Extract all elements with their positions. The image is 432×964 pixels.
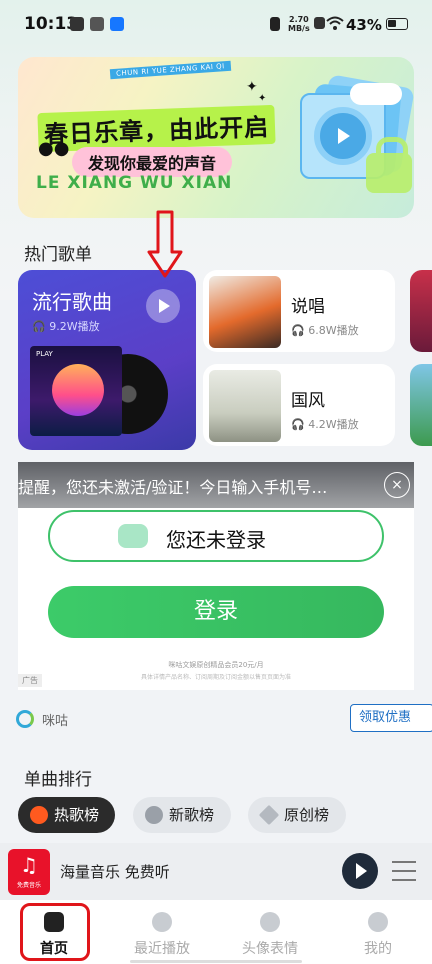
tab-label: 热歌榜: [54, 806, 100, 824]
message-icon: [90, 17, 104, 31]
notification-icon: [70, 17, 84, 31]
login-status-text: 您还未登录: [166, 528, 266, 552]
ad-label: 广告: [18, 674, 42, 687]
banner-tagline: CHUN RI YUE ZHANG KAI QI: [109, 60, 231, 80]
ad-fine-print-detail: 具体详情产品名称、订阅周期及订阅金额以售页页面为准: [140, 674, 291, 681]
playlist-plays: 🎧 6.8W播放: [291, 324, 359, 337]
featured-playlist-plays: 🎧 9.2W播放: [32, 320, 100, 333]
ad-panel[interactable]: 提醒，您还未激活/验证！今日输入手机号… × 您还未登录 登录 咪咕文娱原创精品…: [18, 462, 414, 690]
hot-playlists-title: 热门歌单: [24, 245, 92, 265]
nav-avatars[interactable]: 头像表情: [216, 900, 324, 964]
nav-label: 头像表情: [242, 941, 298, 957]
network-speed-value: 2.70: [289, 15, 309, 24]
smiley-icon: [260, 912, 280, 932]
playlist-card-partial[interactable]: [410, 364, 432, 446]
playlist-plays-count: 6.8W播放: [308, 324, 359, 337]
mini-player-cover-label: 免费音乐: [16, 882, 41, 889]
recent-play-icon: [152, 912, 172, 932]
login-button[interactable]: 登录: [48, 586, 384, 638]
playlist-thumb: [209, 370, 281, 442]
album-cover: PLAY: [30, 346, 122, 436]
alipay-icon: [110, 17, 124, 31]
album-label: PLAY: [36, 350, 53, 358]
tab-label: 新歌榜: [169, 806, 215, 824]
playlist-thumb: [209, 276, 281, 348]
nav-label: 最近播放: [134, 941, 190, 957]
tab-new-songs[interactable]: 新歌榜: [133, 797, 231, 833]
migu-logo-icon: [16, 710, 34, 728]
playlist-card-rap[interactable]: 说唱 🎧 6.8W播放: [203, 270, 395, 352]
network-speed-unit: MB/s: [288, 24, 310, 33]
sponsor-row: 咪咕 领取优惠: [0, 700, 432, 740]
playlist-card-guofeng[interactable]: 国风 🎧 4.2W播放: [203, 364, 395, 446]
sparkle-icon: ✦: [258, 93, 267, 104]
mini-player-title: 海量音乐 免费听: [60, 863, 170, 881]
sponsor-name: 咪咕: [42, 714, 69, 729]
battery-percent: 43%: [346, 16, 382, 34]
network-speed: 2.70 MB/s: [288, 15, 310, 33]
battery-icon: [386, 18, 408, 30]
nav-mine[interactable]: 我的: [324, 900, 432, 964]
home-indicator[interactable]: [130, 960, 302, 963]
cloud-user-icon: [118, 524, 148, 548]
featured-plays-count: 9.2W播放: [49, 320, 100, 333]
playlist-icon[interactable]: [392, 861, 416, 881]
claim-coupon-button[interactable]: 领取优惠: [350, 704, 432, 732]
signal-off-icon: [314, 17, 325, 29]
playlist-name: 国风: [291, 391, 325, 411]
playlist-plays-count: 4.2W播放: [308, 418, 359, 431]
annotation-highlight-box: [20, 903, 90, 961]
promo-banner[interactable]: CHUN RI YUE ZHANG KAI QI ✦ ✦ 春日乐章，由此开启 ●…: [18, 57, 414, 218]
mini-player[interactable]: 免费音乐 海量音乐 免费听: [0, 843, 432, 900]
playlist-name: 说唱: [291, 297, 325, 317]
banner-title: 春日乐章，由此开启: [37, 104, 276, 153]
sparkle-icon: [258, 804, 280, 826]
annotation-arrow-icon: [147, 210, 183, 278]
sunset-artwork: [52, 364, 104, 416]
playlist-plays: 🎧 4.2W播放: [291, 418, 359, 431]
banner-english: LE XIANG WU XIAN: [36, 173, 233, 193]
lock-icon: [366, 137, 412, 193]
tab-label: 原创榜: [284, 806, 330, 824]
featured-playlist-name: 流行歌曲: [32, 290, 112, 314]
featured-play-button[interactable]: [146, 289, 180, 323]
ad-fine-print: 咪咕文娱原创精品会员20元/月: [168, 661, 264, 669]
fire-icon: [30, 806, 48, 824]
activation-reminder-strip[interactable]: 提醒，您还未激活/验证！今日输入手机号… ×: [18, 462, 414, 508]
nav-recent[interactable]: 最近播放: [108, 900, 216, 964]
wifi-icon: [326, 16, 344, 30]
tab-hot-songs[interactable]: 热歌榜: [18, 797, 115, 833]
eyes-doodle-icon: ●●: [38, 138, 70, 159]
playlist-card-partial[interactable]: [410, 270, 432, 352]
play-icon[interactable]: [342, 853, 378, 889]
new-icon: [145, 806, 163, 824]
profile-icon: [368, 912, 388, 932]
play-disc-icon: [314, 107, 372, 165]
activation-reminder-text: 提醒，您还未激活/验证！今日输入手机号…: [18, 478, 328, 497]
close-icon[interactable]: ×: [384, 472, 410, 498]
charts-title: 单曲排行: [24, 770, 92, 790]
audio-wave-bubble-icon: [350, 83, 402, 105]
status-bar: 10:13 2.70 MB/s 43%: [0, 0, 432, 50]
vibrate-icon: [270, 17, 280, 31]
login-status-pill[interactable]: 您还未登录: [48, 510, 384, 562]
featured-playlist-card[interactable]: 流行歌曲 🎧 9.2W播放 PLAY: [18, 270, 196, 450]
nav-label: 我的: [364, 941, 392, 957]
tab-original[interactable]: 原创榜: [248, 797, 346, 833]
sparkle-icon: ✦: [246, 79, 258, 95]
